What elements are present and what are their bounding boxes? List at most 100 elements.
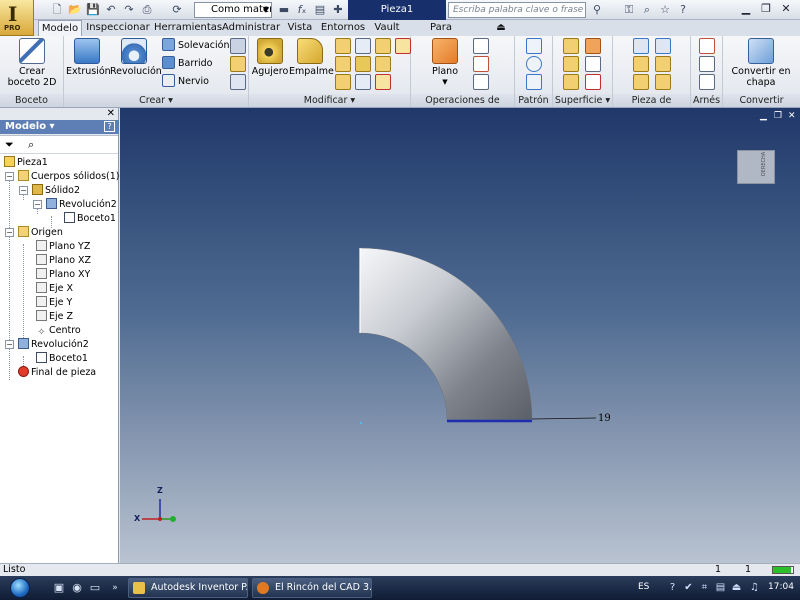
snap-fit-icon[interactable] bbox=[655, 56, 671, 72]
move-face-icon[interactable] bbox=[375, 56, 391, 72]
tree-node-centro[interactable]: ✧ Centro bbox=[36, 324, 80, 338]
tree-node-origen[interactable]: Origen bbox=[18, 226, 63, 239]
appearance-color-icon[interactable]: ▤ bbox=[313, 3, 327, 17]
thread-icon[interactable] bbox=[355, 56, 371, 72]
collapse-toggle[interactable]: − bbox=[5, 340, 14, 349]
patch-icon[interactable] bbox=[563, 56, 579, 72]
tree-node-final-pieza[interactable]: Final de pieza bbox=[18, 366, 96, 379]
emboss-icon[interactable] bbox=[230, 56, 246, 72]
help-icon[interactable]: ? bbox=[104, 121, 115, 132]
favorites-star-icon[interactable]: ☆ bbox=[658, 3, 672, 17]
application-menu-button[interactable]: I PRO bbox=[0, 0, 34, 36]
draft-icon[interactable] bbox=[335, 74, 351, 90]
rectangular-pattern-icon[interactable] bbox=[526, 38, 542, 54]
clock[interactable]: 17:04 bbox=[768, 582, 794, 592]
show-desktop-icon[interactable]: ▭ bbox=[88, 581, 102, 595]
tree-node-eje-y[interactable]: Eje Y bbox=[36, 296, 72, 309]
collapse-toggle[interactable]: − bbox=[5, 172, 14, 181]
dimension-value[interactable]: 19 bbox=[598, 413, 611, 424]
loft-button[interactable]: Solevación bbox=[162, 38, 229, 54]
help-icon[interactable]: ? bbox=[676, 3, 690, 17]
boss-icon[interactable] bbox=[655, 38, 671, 54]
stitch-icon[interactable] bbox=[563, 38, 579, 54]
antivirus-tray-icon[interactable]: ✔ bbox=[682, 581, 695, 594]
explorer-icon[interactable]: ▣ bbox=[52, 581, 66, 595]
elbow-pipe-body[interactable] bbox=[359, 247, 533, 421]
update-icon[interactable]: ⟳ bbox=[170, 3, 184, 17]
minimize-icon[interactable]: ▁ bbox=[738, 1, 754, 17]
tree-node-plano-yz[interactable]: Plano YZ bbox=[36, 240, 90, 253]
combine-icon[interactable] bbox=[395, 38, 411, 54]
network-tray-icon[interactable]: ⌗ bbox=[698, 581, 711, 594]
chamfer-icon[interactable] bbox=[335, 38, 351, 54]
ucs-icon[interactable] bbox=[473, 74, 489, 90]
open-folder-icon[interactable]: 📂 bbox=[68, 3, 82, 17]
lip-icon[interactable] bbox=[655, 74, 671, 90]
redo-icon[interactable]: ↷ bbox=[122, 3, 136, 17]
tab-herramientas[interactable]: Herramientas bbox=[154, 20, 222, 36]
ribbon-minimize-toggle[interactable]: ⏏ bbox=[490, 20, 512, 36]
input-language-indicator[interactable]: ES bbox=[638, 582, 649, 592]
panel-title-superficie[interactable]: Superficie ▾ bbox=[553, 94, 612, 107]
trim-icon[interactable] bbox=[585, 56, 601, 72]
thicken-icon[interactable] bbox=[355, 74, 371, 90]
work-plane-button[interactable]: Plano ▼ bbox=[425, 38, 465, 88]
convert-to-sheet-metal-button[interactable]: Convertir en chapa bbox=[725, 38, 797, 88]
key-icon[interactable]: ⚿ bbox=[622, 3, 636, 17]
filter-icon[interactable]: ⏷ bbox=[5, 138, 14, 152]
safely-remove-tray-icon[interactable]: ⏏ bbox=[730, 581, 743, 594]
replace-face-icon[interactable] bbox=[585, 74, 601, 90]
mirror-icon[interactable] bbox=[526, 74, 542, 90]
tab-modelo[interactable]: Modelo bbox=[38, 20, 82, 36]
print-icon[interactable]: ⎙ bbox=[140, 3, 154, 17]
collapse-toggle[interactable]: − bbox=[5, 228, 14, 237]
sweep-button[interactable]: Barrido bbox=[162, 56, 212, 72]
create-2d-sketch-button[interactable]: Crear boceto 2D bbox=[6, 38, 58, 88]
tree-node-plano-xy[interactable]: Plano XY bbox=[36, 268, 90, 281]
hole-button[interactable]: Agujero bbox=[251, 38, 289, 77]
material-combo[interactable]: Como material ▼ bbox=[194, 2, 272, 18]
rule-fillet-icon[interactable] bbox=[633, 74, 649, 90]
tree-node-boceto-b[interactable]: Boceto1 bbox=[36, 352, 88, 365]
tab-para-empezar[interactable]: Para empezar bbox=[408, 20, 474, 48]
close-icon[interactable]: ✕ bbox=[778, 1, 794, 17]
add-icon[interactable]: ✚ bbox=[331, 3, 345, 17]
function-icon[interactable]: fₓ bbox=[295, 3, 309, 17]
tree-node-revolucion-b[interactable]: Revolución2 bbox=[18, 338, 89, 351]
tab-inspeccionar[interactable]: Inspeccionar bbox=[86, 20, 150, 36]
extend-icon[interactable] bbox=[563, 74, 579, 90]
graphics-window[interactable]: ▁ ❐ ✕ DERECHA 19 Z X bbox=[120, 108, 800, 563]
new-document-icon[interactable]: 🗋 bbox=[50, 3, 64, 17]
firefox-icon[interactable]: ◉ bbox=[70, 581, 84, 595]
save-icon[interactable]: 💾 bbox=[86, 3, 100, 17]
communication-center-icon[interactable]: ⌕ bbox=[640, 3, 654, 17]
coil-icon[interactable] bbox=[230, 38, 246, 54]
harness-edit-icon[interactable] bbox=[699, 74, 715, 90]
tree-node-plano-xz[interactable]: Plano XZ bbox=[36, 254, 91, 267]
harness-wire-icon[interactable] bbox=[699, 56, 715, 72]
help-tray-icon[interactable]: ? bbox=[666, 581, 679, 594]
binoculars-icon[interactable]: ⚲ bbox=[590, 3, 604, 17]
rest-icon[interactable] bbox=[633, 56, 649, 72]
tab-entornos[interactable]: Entornos bbox=[320, 20, 366, 36]
help-search-input[interactable]: Escriba palabra clave o frase bbox=[448, 2, 586, 18]
tree-node-cuerpos-solidos[interactable]: Cuerpos sólidos(1) bbox=[18, 170, 120, 183]
rib-button[interactable]: Nervio bbox=[162, 74, 209, 90]
browser-title-menu[interactable]: Modelo ▾ bbox=[0, 120, 119, 134]
derive-icon[interactable] bbox=[230, 74, 246, 90]
harness-point-icon[interactable] bbox=[699, 38, 715, 54]
work-axis-icon[interactable] bbox=[473, 38, 489, 54]
restore-icon[interactable]: ❐ bbox=[758, 1, 774, 17]
close-icon[interactable]: ✕ bbox=[107, 108, 115, 119]
display-tray-icon[interactable]: ▤ bbox=[714, 581, 727, 594]
appearance-icon[interactable]: ▬ bbox=[277, 3, 291, 17]
fillet-button[interactable]: Empalme bbox=[289, 38, 334, 77]
tree-node-pieza[interactable]: Pieza1 bbox=[4, 156, 48, 169]
extrude-button[interactable]: Extrusión bbox=[66, 38, 111, 77]
revolve-button[interactable]: Revolución bbox=[110, 38, 162, 77]
delete-face-icon[interactable] bbox=[375, 74, 391, 90]
volume-tray-icon[interactable]: ♫ bbox=[748, 581, 761, 594]
undo-icon[interactable]: ↶ bbox=[104, 3, 118, 17]
tree-node-eje-z[interactable]: Eje Z bbox=[36, 310, 73, 323]
tab-vista[interactable]: Vista bbox=[284, 20, 316, 36]
